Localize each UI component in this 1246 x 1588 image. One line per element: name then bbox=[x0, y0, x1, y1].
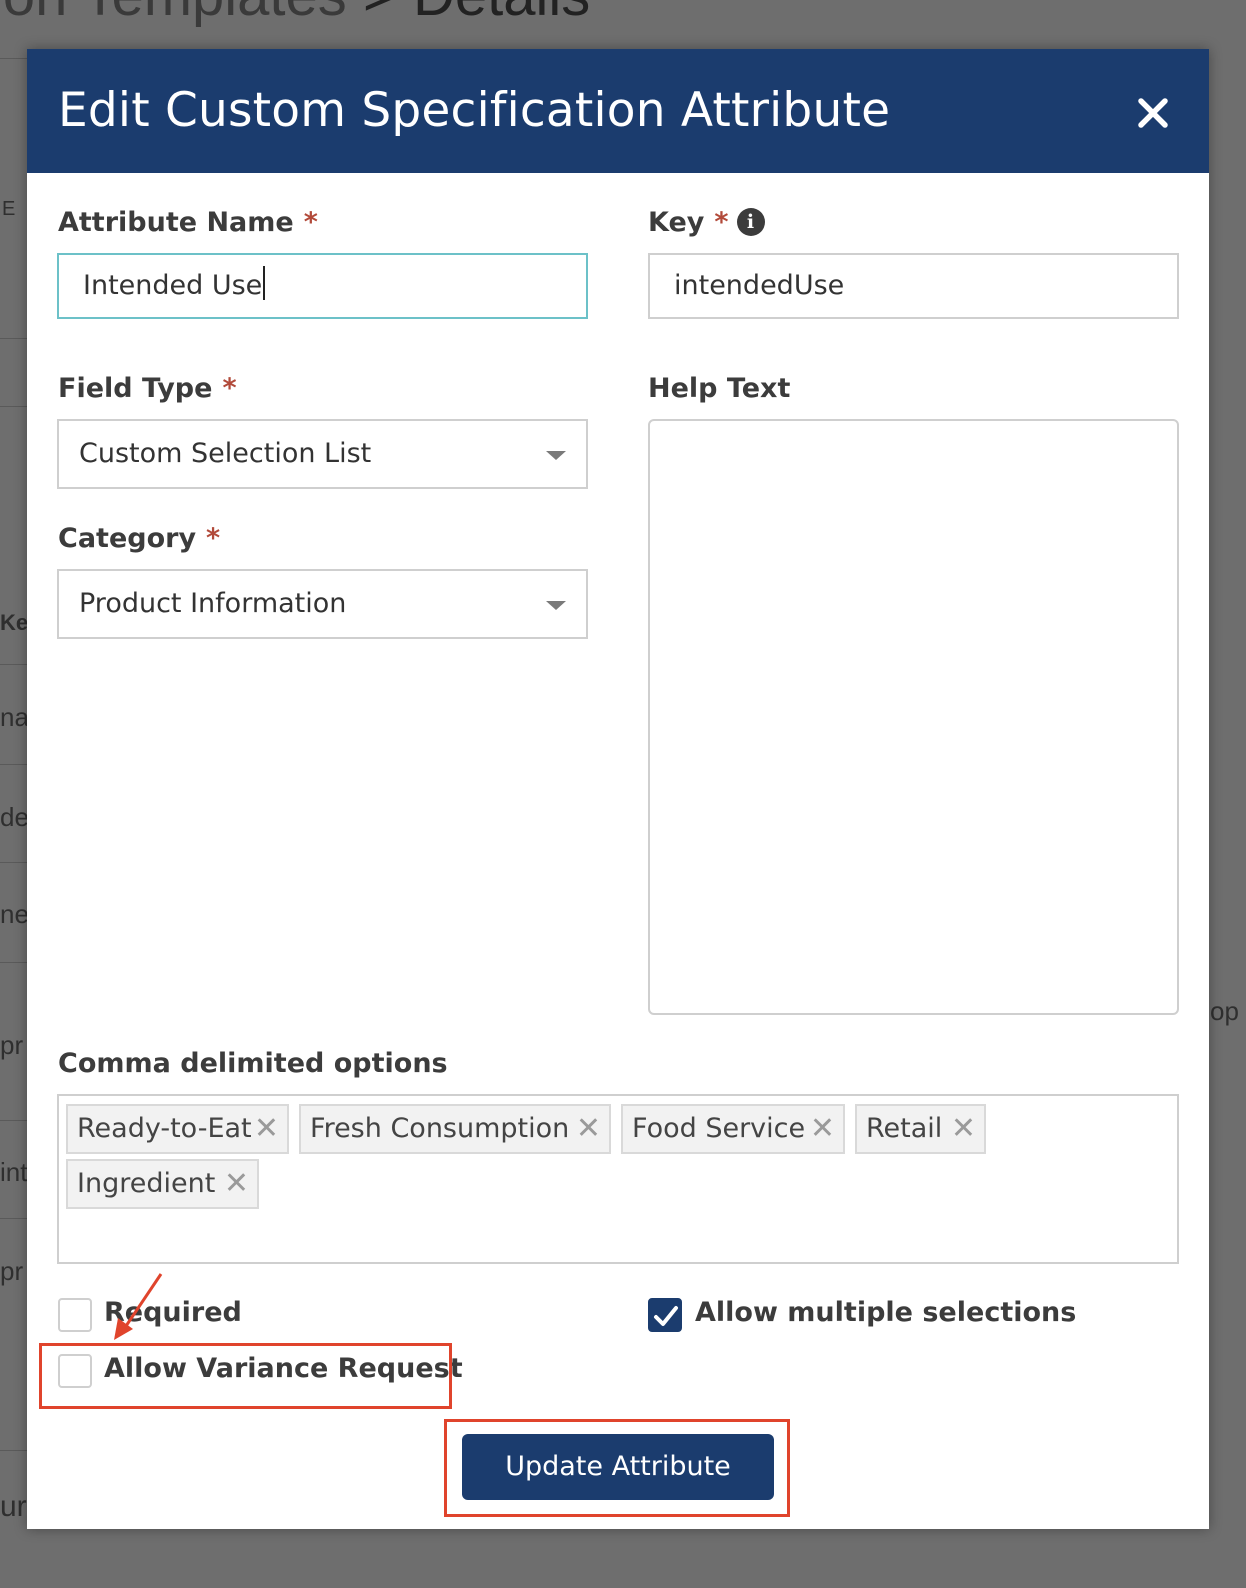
remove-tag-icon[interactable]: ✕ bbox=[254, 1106, 279, 1152]
background-text-fragment: int bbox=[0, 1157, 28, 1187]
option-tag-label: Ingredient bbox=[77, 1168, 216, 1199]
background-divider bbox=[0, 1218, 28, 1219]
option-tag-label: Retail bbox=[866, 1113, 943, 1144]
background-divider bbox=[0, 862, 28, 863]
attribute-name-label-text: Attribute Name bbox=[58, 207, 294, 238]
chevron-down-icon bbox=[546, 451, 566, 460]
required-star: * bbox=[222, 373, 237, 404]
allow-multiple-checkbox-label[interactable]: Allow multiple selections bbox=[695, 1297, 1076, 1328]
modal-title: Edit Custom Specification Attribute bbox=[58, 83, 891, 138]
key-label: Key * i bbox=[648, 207, 765, 238]
background-divider bbox=[0, 58, 28, 59]
remove-tag-icon[interactable]: ✕ bbox=[576, 1106, 601, 1152]
background-divider bbox=[0, 764, 28, 765]
field-type-select[interactable]: Custom Selection List bbox=[57, 419, 588, 489]
option-tag: Fresh Consumption ✕ bbox=[299, 1104, 611, 1154]
background-breadcrumb-right: Details bbox=[413, 0, 590, 28]
modal-header: Edit Custom Specification Attribute bbox=[27, 49, 1209, 173]
field-type-value: Custom Selection List bbox=[79, 438, 372, 469]
remove-tag-icon[interactable]: ✕ bbox=[810, 1106, 835, 1152]
key-input[interactable]: intendedUse bbox=[648, 253, 1179, 319]
background-breadcrumb: ion Templates > Details bbox=[0, 0, 590, 29]
field-type-label: Field Type * bbox=[58, 373, 237, 404]
background-text-fragment: ne bbox=[0, 899, 29, 929]
required-checkbox[interactable] bbox=[58, 1298, 92, 1332]
background-divider bbox=[0, 406, 28, 407]
key-value: intendedUse bbox=[674, 270, 845, 301]
background-breadcrumb-left: ion Templates bbox=[0, 0, 347, 28]
options-label: Comma delimited options bbox=[58, 1048, 448, 1079]
category-label-text: Category bbox=[58, 523, 197, 554]
annotation-highlight-update bbox=[444, 1419, 790, 1517]
background-text-fragment: na bbox=[0, 702, 29, 732]
background-text-fragment: ur bbox=[0, 1490, 27, 1523]
background-text-fragment: pr bbox=[0, 1256, 24, 1286]
background-text-fragment: Ke bbox=[0, 610, 29, 635]
text-cursor bbox=[263, 266, 266, 300]
background-breadcrumb-separator: > bbox=[363, 0, 397, 28]
options-label-text: Comma delimited options bbox=[58, 1048, 448, 1079]
field-type-label-text: Field Type bbox=[58, 373, 213, 404]
checkmark-icon bbox=[654, 1306, 678, 1326]
chevron-down-icon bbox=[546, 601, 566, 610]
option-tag-label: Food Service bbox=[632, 1113, 806, 1144]
remove-tag-icon[interactable]: ✕ bbox=[951, 1106, 976, 1152]
category-label: Category * bbox=[58, 523, 220, 554]
background-text-fragment: de bbox=[0, 802, 29, 832]
option-tag: Ingredient ✕ bbox=[66, 1159, 259, 1209]
edit-attribute-modal: Edit Custom Specification Attribute Attr… bbox=[27, 49, 1209, 1529]
allow-multiple-checkbox[interactable] bbox=[648, 1298, 682, 1332]
close-icon[interactable] bbox=[1135, 95, 1171, 131]
background-divider bbox=[0, 664, 28, 665]
option-tag-label: Ready-to-Eat bbox=[77, 1113, 252, 1144]
required-checkbox-label[interactable]: Required bbox=[104, 1297, 242, 1328]
category-value: Product Information bbox=[79, 588, 347, 619]
options-tag-input[interactable]: Ready-to-Eat ✕ Fresh Consumption ✕ Food … bbox=[57, 1094, 1179, 1264]
background-text-fragment: E bbox=[2, 198, 16, 220]
required-star: * bbox=[303, 207, 318, 238]
option-tag: Ready-to-Eat ✕ bbox=[66, 1104, 289, 1154]
option-tag-label: Fresh Consumption bbox=[310, 1113, 570, 1144]
attribute-name-label: Attribute Name * bbox=[58, 207, 318, 238]
help-text-label-text: Help Text bbox=[648, 373, 791, 404]
required-star: * bbox=[206, 523, 221, 554]
info-icon[interactable]: i bbox=[736, 208, 765, 236]
attribute-name-value: Intended Use bbox=[83, 270, 263, 301]
option-tag: Food Service ✕ bbox=[621, 1104, 845, 1154]
key-label-text: Key bbox=[648, 207, 705, 238]
background-text-fragment: op bbox=[1210, 996, 1239, 1026]
background-divider bbox=[0, 1450, 28, 1451]
background-divider bbox=[0, 1120, 28, 1121]
background-divider bbox=[0, 962, 28, 963]
remove-tag-icon[interactable]: ✕ bbox=[224, 1161, 249, 1207]
background-divider bbox=[0, 338, 28, 339]
option-tag: Retail ✕ bbox=[855, 1104, 986, 1154]
help-text-textarea[interactable] bbox=[648, 419, 1179, 1015]
attribute-name-input[interactable]: Intended Use bbox=[57, 253, 588, 319]
category-select[interactable]: Product Information bbox=[57, 569, 588, 639]
required-star: * bbox=[714, 207, 729, 238]
background-text-fragment: pr bbox=[0, 1030, 24, 1060]
help-text-label: Help Text bbox=[648, 373, 790, 404]
annotation-highlight-variance bbox=[39, 1343, 452, 1409]
